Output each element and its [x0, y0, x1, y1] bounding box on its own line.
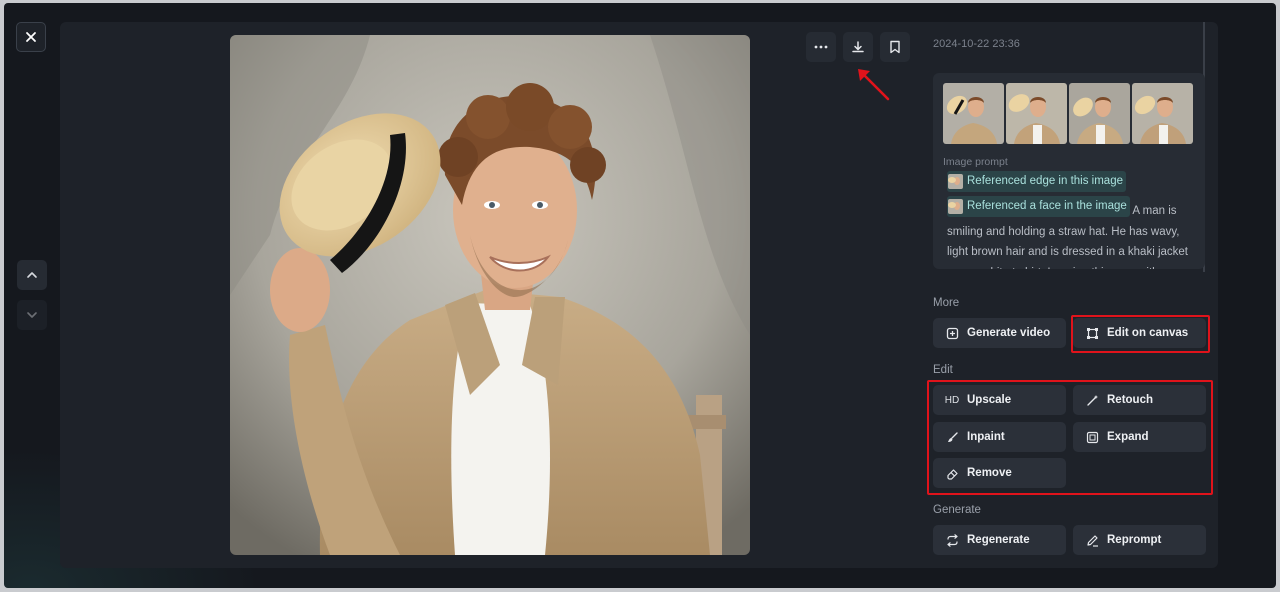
image-prompt-label: Image prompt	[943, 156, 1008, 168]
section-label-generate: Generate	[933, 504, 981, 516]
reference-chip-face[interactable]: Referenced a face in the image	[947, 196, 1130, 217]
regenerate-label: Regenerate	[967, 534, 1030, 546]
chevron-down-icon	[27, 312, 37, 318]
reference-face-label: Referenced a face in the image	[967, 200, 1127, 213]
thumbnail-1[interactable]	[943, 83, 1004, 144]
download-button[interactable]	[843, 32, 873, 62]
reference-thumbnail-icon	[948, 199, 963, 214]
close-button[interactable]	[16, 22, 46, 52]
highlight-box-edit-tools	[927, 380, 1213, 495]
annotation-arrow	[858, 69, 890, 101]
chevron-up-icon	[27, 272, 37, 278]
reprompt-label: Reprompt	[1107, 534, 1162, 546]
repeat-icon	[945, 533, 959, 547]
section-label-more: More	[933, 297, 960, 309]
reference-edge-label: Referenced edge in this image	[967, 175, 1123, 187]
more-dots-icon	[814, 45, 828, 49]
section-label-edit: Edit	[933, 364, 953, 376]
bookmark-button[interactable]	[880, 32, 910, 62]
thumbnail-4[interactable]	[1132, 83, 1193, 144]
thumbnail-3[interactable]	[1069, 83, 1130, 144]
bookmark-icon	[890, 40, 900, 54]
next-image-button[interactable]	[17, 300, 47, 330]
close-icon	[26, 32, 36, 42]
creation-timestamp: 2024-10-22 23:36	[933, 38, 1020, 50]
download-icon	[852, 41, 864, 53]
generate-video-button[interactable]: Generate video	[933, 318, 1066, 348]
plus-frame-icon	[945, 326, 959, 340]
regenerate-button[interactable]: Regenerate	[933, 525, 1066, 555]
image-viewer-modal: 2024-10-22 23:36 Image prompt Referenced…	[4, 3, 1276, 588]
prompt-card: Image prompt Referenced edge in this ima…	[933, 73, 1205, 269]
reference-thumbnail-icon	[948, 173, 963, 189]
reference-chip-edge[interactable]: Referenced edge in this image	[947, 171, 1126, 192]
highlight-box-edit-on-canvas	[1071, 315, 1210, 353]
generate-video-label: Generate video	[967, 327, 1051, 339]
more-options-button[interactable]	[806, 32, 836, 62]
generated-image	[230, 35, 750, 555]
reprompt-button[interactable]: Reprompt	[1073, 525, 1206, 555]
previous-image-button[interactable]	[17, 260, 47, 290]
pencil-icon	[1085, 533, 1099, 547]
thumbnail-strip	[943, 83, 1193, 144]
thumbnail-2[interactable]	[1006, 83, 1067, 144]
image-prompt-text: Referenced edge in this image Referenced…	[947, 171, 1197, 269]
